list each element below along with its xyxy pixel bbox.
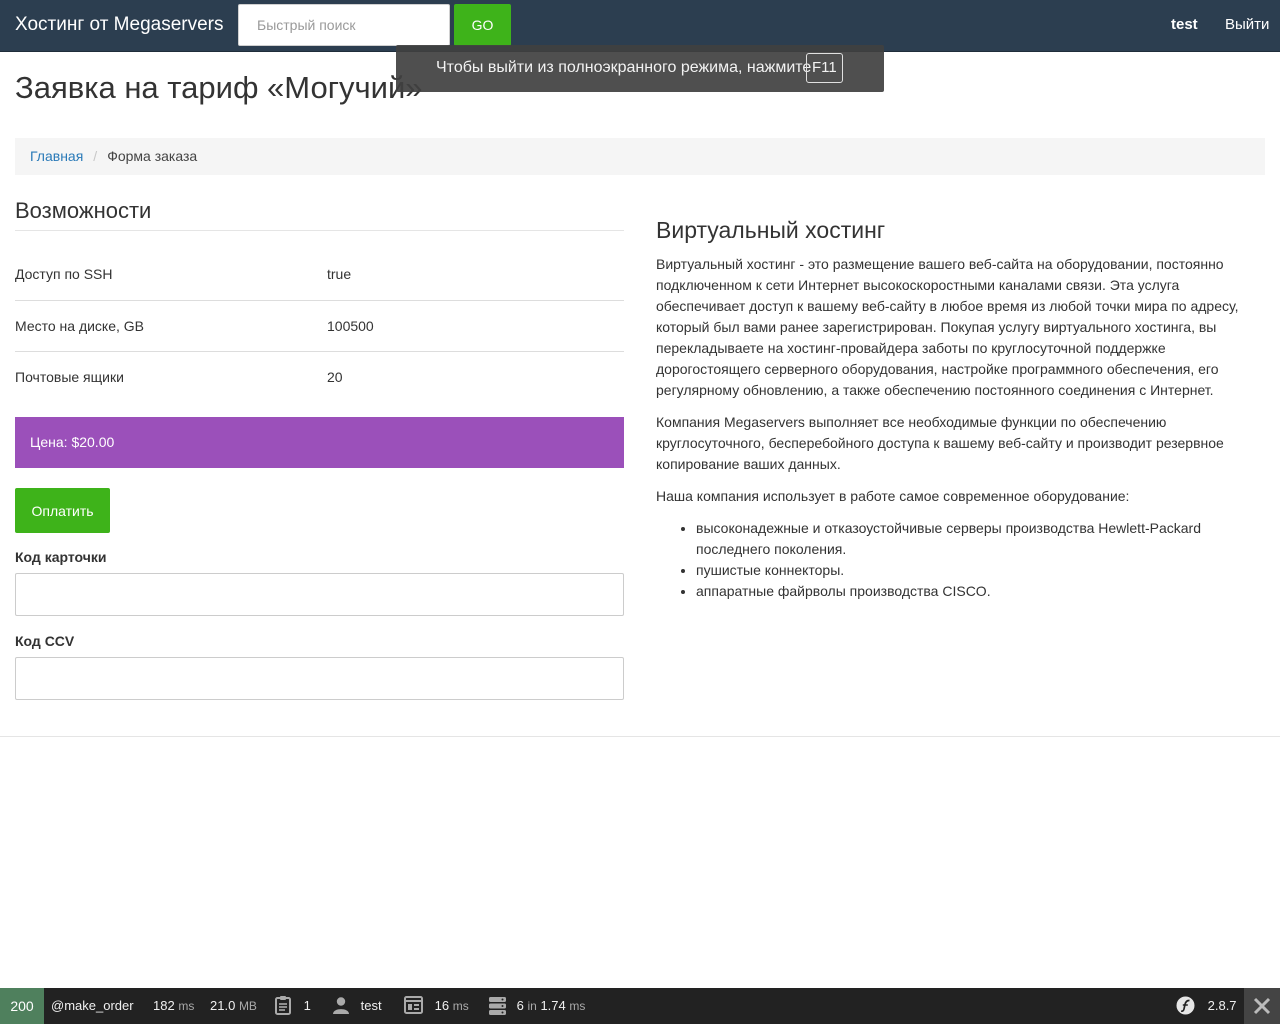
search-go-button[interactable]: GO	[454, 4, 511, 46]
db-time-value: 1.74	[540, 998, 566, 1013]
db-query-count: 6	[516, 998, 524, 1013]
feature-label: Доступ по SSH	[15, 266, 113, 283]
feature-label: Почтовые ящики	[15, 350, 327, 402]
fullscreen-key-hint: F11	[806, 53, 843, 83]
close-icon	[1253, 997, 1271, 1015]
time-item[interactable]: 182 ms	[153, 988, 194, 1024]
memory-item[interactable]: 21.0 MB	[210, 988, 257, 1024]
db-in-label: in	[527, 999, 537, 1013]
brand-link[interactable]: Хостинг от Megaservers	[15, 13, 224, 37]
feature-label: Место на диске, GB	[15, 299, 327, 351]
memory-value: 21.0	[210, 998, 236, 1013]
log-count: 1	[303, 998, 311, 1013]
logout-link[interactable]: Выйти	[1225, 16, 1269, 33]
pay-button[interactable]: Оплатить	[15, 488, 110, 533]
clipboard-icon	[275, 996, 291, 1016]
user-icon	[333, 997, 349, 1015]
db-time-unit: ms	[569, 999, 586, 1013]
memory-unit: MB	[238, 999, 257, 1013]
info-body: Виртуальный хостинг - это размещение ваш…	[656, 254, 1266, 602]
table-row: Доступ по SSH true	[15, 249, 624, 300]
route-item[interactable]: @make_order	[51, 988, 134, 1024]
debug-toolbar: 200 @make_order 182 ms 21.0 MB 1 test 16…	[0, 988, 1280, 1024]
price-banner: Цена: $20.00	[15, 417, 624, 468]
feature-value: 20	[327, 350, 624, 402]
search-input[interactable]	[238, 4, 450, 46]
card-code-label: Код карточки	[15, 549, 107, 565]
at-icon: @	[51, 998, 65, 1013]
features-table: Доступ по SSH true Место на диске, GB 10…	[15, 249, 624, 402]
breadcrumb: Главная / Форма заказа	[15, 138, 1265, 175]
logs-item[interactable]: 1	[274, 988, 311, 1024]
time-unit: ms	[178, 999, 195, 1013]
render-time-item[interactable]: 16 ms	[404, 988, 469, 1024]
database-icon	[489, 996, 506, 1015]
breadcrumb-home-link[interactable]: Главная	[30, 148, 83, 164]
features-heading: Возможности	[15, 198, 624, 231]
breadcrumb-separator: /	[93, 148, 98, 164]
footer-divider	[0, 736, 1280, 737]
breadcrumb-current: Форма заказа	[107, 148, 198, 164]
info-paragraph: Виртуальный хостинг - это размещение ваш…	[656, 256, 1239, 398]
list-item: пушистые коннекторы.	[696, 560, 1266, 581]
info-paragraph: Наша компания использует в работе самое …	[656, 488, 1130, 504]
symfony-version: 2.8.7	[1207, 998, 1237, 1013]
page-title: Заявка на тариф «Могучий»	[15, 70, 423, 105]
toolbar-username: test	[360, 998, 382, 1013]
render-time-unit: ms	[452, 999, 469, 1013]
ccv-code-input[interactable]	[15, 657, 624, 700]
card-code-input[interactable]	[15, 573, 624, 616]
equipment-list: высоконадежные и отказоустойчивые сервер…	[656, 518, 1266, 602]
render-time-value: 16	[434, 998, 450, 1013]
symfony-logo-icon	[1176, 996, 1195, 1015]
template-icon	[404, 996, 423, 1015]
table-row: Место на диске, GB 100500	[15, 299, 624, 351]
fullscreen-message: Чтобы выйти из полноэкранного режима, на…	[436, 59, 812, 76]
table-row: Почтовые ящики 20	[15, 350, 624, 402]
list-item: высоконадежные и отказоустойчивые сервер…	[696, 518, 1266, 560]
info-paragraph: Компания Megaservers выполняет все необх…	[656, 414, 1224, 472]
info-heading: Виртуальный хостинг	[656, 217, 886, 243]
feature-value: true	[327, 266, 352, 283]
list-item: аппаратные файрволы производства CISCO.	[696, 581, 1266, 602]
fullscreen-notification: Чтобы выйти из полноэкранного режима, на…	[396, 45, 884, 92]
status-code-badge[interactable]: 200	[0, 988, 44, 1024]
symfony-version-item[interactable]: 2.8.7	[1176, 988, 1237, 1024]
route-name: make_order	[64, 998, 134, 1013]
user-item[interactable]: test	[332, 988, 382, 1024]
database-item[interactable]: 6 in 1.74 ms	[488, 988, 585, 1024]
feature-value: 100500	[327, 299, 624, 351]
nav-username[interactable]: test	[1171, 16, 1198, 33]
ccv-code-label: Код CCV	[15, 633, 75, 649]
toolbar-close-button[interactable]	[1244, 988, 1280, 1024]
time-value: 182	[153, 998, 175, 1013]
